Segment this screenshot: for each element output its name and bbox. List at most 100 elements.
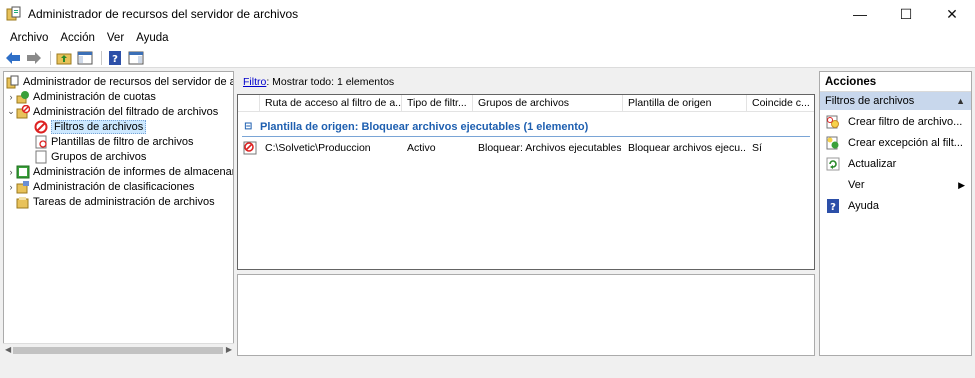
tree-item-quotas[interactable]: › Administración de cuotas: [6, 89, 156, 104]
show-hide-tree-button[interactable]: [76, 50, 94, 66]
tree-item-tasks[interactable]: Tareas de administración de archivos: [16, 194, 215, 209]
column-header-icon[interactable]: [238, 95, 260, 112]
maximize-button[interactable]: ☐: [883, 0, 929, 28]
actions-section-label: Filtros de archivos: [825, 95, 915, 107]
tree-item-reports[interactable]: › Administración de informes de almacena…: [6, 164, 233, 179]
results-pane: Filtro: Mostrar todo: 1 elementos Ruta d…: [236, 71, 817, 357]
svg-text:?: ?: [112, 54, 118, 65]
scroll-left-icon[interactable]: ◀: [5, 345, 11, 354]
toolbar: ?: [0, 48, 975, 68]
action-label: Actualizar: [848, 158, 897, 170]
menu-ayuda[interactable]: Ayuda: [130, 32, 174, 44]
collapse-group-icon[interactable]: ⊟: [244, 121, 252, 132]
column-header-type[interactable]: Tipo de filtr...: [402, 95, 473, 112]
actions-section-header[interactable]: Filtros de archivos ▲: [820, 92, 971, 110]
menu-bar: Archivo Acción Ver Ayuda: [0, 28, 975, 48]
up-folder-button[interactable]: [55, 50, 73, 66]
task-icon: [16, 195, 30, 209]
help-icon: ?: [109, 50, 121, 65]
chevron-right-icon[interactable]: ›: [6, 182, 16, 192]
menu-ver[interactable]: Ver: [101, 32, 130, 44]
action-create-screen[interactable]: Crear filtro de archivo...: [820, 112, 971, 132]
navigation-tree: Administrador de recursos del servidor d…: [3, 71, 234, 356]
block-icon: [243, 140, 257, 157]
toolbar-separator: [101, 50, 102, 65]
create-screen-icon: [826, 115, 840, 129]
submenu-arrow-icon: ▶: [958, 179, 965, 190]
action-help[interactable]: ? Ayuda: [820, 196, 971, 216]
menu-accion[interactable]: Acción: [54, 32, 101, 44]
screen-icon: [16, 104, 31, 119]
block-icon: [34, 120, 48, 134]
table-row[interactable]: C:\Solvetic\Produccion Activo Bloquear: …: [238, 140, 814, 157]
blank-icon: [826, 178, 840, 192]
menu-archivo[interactable]: Archivo: [4, 32, 54, 44]
tree-root[interactable]: Administrador de recursos del servidor d…: [6, 74, 234, 89]
report-icon: [16, 165, 30, 179]
tree-item-file-screens[interactable]: Filtros de archivos: [34, 119, 147, 134]
title-bar: Administrador de recursos del servidor d…: [0, 0, 975, 28]
group-header[interactable]: ⊟ Plantilla de origen: Bloquear archivos…: [238, 120, 814, 137]
close-button[interactable]: ✕: [929, 0, 975, 28]
chevron-right-icon[interactable]: ›: [6, 167, 16, 177]
show-hide-actions-icon: [128, 51, 144, 64]
actions-pane: Acciones Filtros de archivos ▲ Crear fil…: [819, 71, 972, 356]
quota-icon: [16, 90, 30, 104]
column-header-template[interactable]: Plantilla de origen: [623, 95, 747, 112]
scrollbar-thumb[interactable]: [13, 347, 223, 354]
tree-horizontal-scrollbar[interactable]: ◀ ▶: [3, 343, 234, 356]
action-label: Ver: [848, 179, 865, 191]
column-header-matches[interactable]: Coincide c...: [747, 95, 816, 112]
group-divider: [242, 136, 810, 137]
up-folder-icon: [56, 53, 72, 64]
actions-header: Acciones: [820, 72, 971, 92]
tree-item-screen-templates[interactable]: Plantillas de filtro de archivos: [34, 134, 193, 149]
action-label: Crear filtro de archivo...: [848, 116, 963, 128]
file-screens-list: Ruta de acceso al filtro de a... Tipo de…: [237, 94, 815, 270]
tree-item-classification[interactable]: › Administración de clasificaciones: [6, 179, 194, 194]
show-hide-tree-icon: [77, 51, 93, 64]
action-view[interactable]: Ver ▶: [820, 175, 971, 195]
filter-status: : Mostrar todo: 1 elementos: [266, 76, 395, 88]
toolbar-separator: [50, 50, 51, 65]
template-icon: [34, 135, 48, 149]
list-header: Ruta de acceso al filtro de a... Tipo de…: [238, 95, 814, 112]
tree-item-file-groups[interactable]: Grupos de archivos: [34, 149, 146, 164]
chevron-right-icon[interactable]: ›: [6, 92, 16, 102]
cell-type: Activo: [407, 142, 436, 154]
cell-template: Bloquear archivos ejecu...: [628, 142, 745, 154]
action-create-exception[interactable]: Crear excepción al filt...: [820, 133, 971, 153]
show-hide-actions-button[interactable]: [127, 50, 145, 66]
tree-item-screening[interactable]: ⌄ Administración del filtrado de archivo…: [6, 104, 218, 119]
help-button[interactable]: ?: [106, 50, 124, 66]
help-icon: ?: [826, 199, 840, 213]
file-server-icon: [6, 6, 22, 22]
collapse-up-icon[interactable]: ▲: [956, 92, 965, 110]
action-label: Ayuda: [848, 200, 879, 212]
tree-root-label: Administrador de recursos del servidor d…: [23, 75, 234, 88]
minimize-button[interactable]: —: [837, 0, 883, 28]
filter-link[interactable]: Filtro: [243, 76, 266, 88]
create-exception-icon: [826, 136, 840, 150]
refresh-icon: [826, 157, 840, 171]
action-refresh[interactable]: Actualizar: [820, 154, 971, 174]
file-group-icon: [34, 150, 48, 164]
back-button[interactable]: [4, 50, 22, 66]
column-header-path[interactable]: Ruta de acceso al filtro de a...: [260, 95, 402, 112]
window-title: Administrador de recursos del servidor d…: [28, 7, 299, 21]
classification-icon: [16, 180, 30, 194]
forward-button[interactable]: [25, 50, 43, 66]
cell-matches: Sí: [752, 142, 762, 154]
chevron-down-icon[interactable]: ⌄: [6, 106, 16, 117]
scroll-right-icon[interactable]: ▶: [226, 345, 232, 354]
cell-groups: Bloquear: Archivos ejecutables: [478, 142, 621, 154]
column-header-groups[interactable]: Grupos de archivos: [473, 95, 623, 112]
back-icon: [6, 51, 20, 64]
action-label: Crear excepción al filt...: [848, 137, 963, 149]
detail-pane: [237, 274, 815, 356]
file-server-icon: [6, 75, 20, 89]
forward-icon: [27, 51, 41, 64]
svg-text:?: ?: [830, 202, 836, 213]
filter-bar: Filtro: Mostrar todo: 1 elementos: [236, 76, 394, 90]
cell-path: C:\Solvetic\Produccion: [265, 142, 371, 154]
